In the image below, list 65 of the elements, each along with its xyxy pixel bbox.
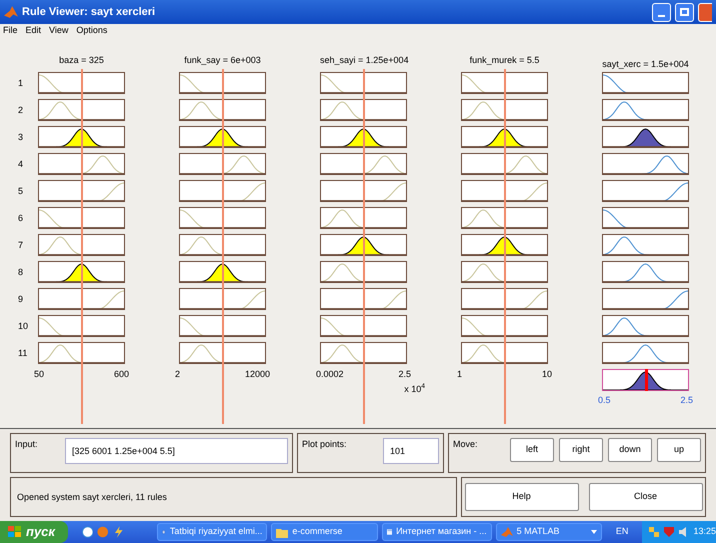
- rule-number: 7: [17, 239, 24, 252]
- axis-min-label: 50: [34, 368, 44, 381]
- peak-logo-icon: [500, 526, 513, 538]
- taskbar-button[interactable]: 5 MATLAB: [496, 523, 602, 541]
- axis-max-label: 600: [114, 368, 129, 381]
- taskbar-button[interactable]: Tatbiqi riyaziyyat elmi...: [157, 523, 268, 541]
- taskbar-button[interactable]: e-commerse: [271, 523, 378, 541]
- rule-number: 4: [17, 158, 24, 171]
- axis-min-label: 0.0002: [316, 368, 344, 381]
- rule-number: 10: [17, 320, 30, 333]
- variable-label: sayt_xerc = 1.5e+004: [602, 58, 689, 71]
- start-button[interactable]: пуск: [0, 521, 68, 543]
- menu-item[interactable]: Options: [76, 24, 108, 38]
- folder-icon: [276, 526, 288, 538]
- close-button[interactable]: [698, 2, 712, 22]
- rule-number: 6: [17, 212, 24, 225]
- minimize-button[interactable]: [652, 2, 671, 22]
- caret-icon: [590, 530, 597, 534]
- plot-points-field[interactable]: 101: [383, 438, 439, 464]
- flag-icon: [8, 526, 22, 538]
- clock: 13:25: [693, 525, 716, 538]
- plot-points-label: Plot points:: [302, 438, 347, 451]
- axis-scale-label: x 10$^{4}$: [404, 382, 425, 396]
- axis-max-label: 2.5: [680, 394, 693, 407]
- input-marker-line[interactable]: [362, 69, 364, 424]
- language-indicator[interactable]: EN: [616, 525, 628, 539]
- axis-max-label: 12000: [244, 368, 270, 381]
- peak-logo-icon: [4, 5, 18, 19]
- variable-label: funk_say = 6e+003: [183, 54, 262, 67]
- rule-number: 11: [17, 347, 28, 360]
- menu-item[interactable]: Edit: [26, 24, 42, 38]
- variable-label: seh_sayi = 1.25e+004: [320, 54, 407, 67]
- move-label: Move:: [453, 438, 479, 451]
- lightning-icon[interactable]: [112, 526, 124, 538]
- rule-number: 5: [17, 185, 24, 198]
- input-marker-line[interactable]: [222, 69, 224, 424]
- move-button[interactable]: left: [510, 438, 554, 462]
- rule-number: 1: [17, 77, 24, 90]
- move-button[interactable]: right: [559, 438, 603, 462]
- rule-number: 3: [17, 131, 24, 144]
- rule-number: 8: [17, 266, 24, 279]
- variable-label: funk_murek = 5.5: [468, 54, 540, 67]
- move-button[interactable]: down: [608, 438, 652, 462]
- axis-max-label: 2.5: [398, 368, 411, 381]
- action-button[interactable]: Help: [464, 483, 578, 511]
- axis-min-label: 0.5: [598, 394, 611, 407]
- move-button[interactable]: up: [657, 438, 701, 462]
- variable-label: baza = 325: [58, 54, 105, 67]
- axis-min-label: 1: [457, 368, 462, 381]
- maximize-button[interactable]: [675, 2, 694, 22]
- input-label: Input:: [15, 438, 39, 451]
- axis-max-label: 10: [542, 368, 552, 381]
- window-icon: [386, 526, 392, 538]
- input-field[interactable]: [325 6001 1.25e+004 5.5]: [65, 438, 288, 464]
- rule-number: 2: [17, 104, 24, 117]
- menu-item[interactable]: View: [49, 24, 68, 38]
- rule-number: 9: [17, 293, 24, 306]
- window-title: Rule Viewer: sayt xercleri: [22, 4, 156, 20]
- action-button[interactable]: Close: [588, 483, 702, 511]
- axis-min-label: 2: [175, 368, 180, 381]
- input-marker-line[interactable]: [80, 69, 82, 424]
- status-text: Opened system sayt xercleri, 11 rules: [17, 492, 167, 502]
- menu-item[interactable]: File: [3, 24, 18, 38]
- taskbar-button[interactable]: Интернет магазин - ...: [382, 523, 492, 541]
- input-marker-line[interactable]: [504, 69, 506, 424]
